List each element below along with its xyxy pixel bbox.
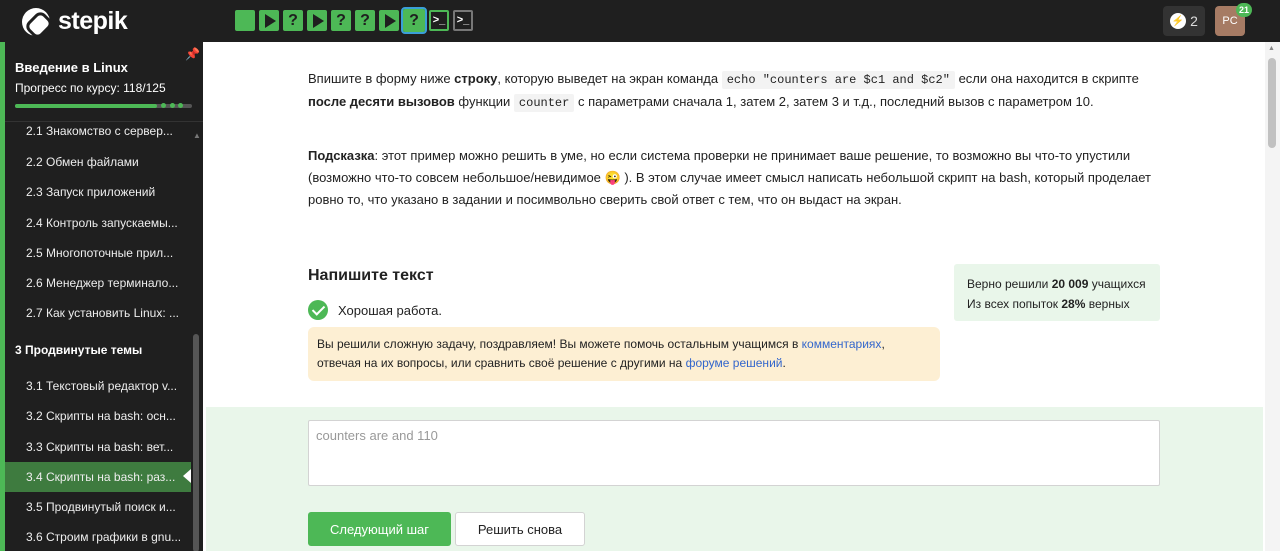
step-quiz-current[interactable]: ? xyxy=(401,7,427,34)
course-progress-fill xyxy=(15,104,157,108)
progress-dot xyxy=(170,103,175,108)
stats-value: 28% xyxy=(1061,297,1086,311)
task-text-bold: строку xyxy=(454,71,498,86)
task-text: , которую выведет на экран команда xyxy=(497,71,722,86)
task-text: Впишите в форму ниже xyxy=(308,71,455,86)
top-bar: stepik ? ? ? ? >_ >_ ⚡ 2 PC 21 xyxy=(0,0,1280,42)
step-video[interactable] xyxy=(307,10,327,31)
stats-text: учащихся xyxy=(1088,277,1146,291)
solve-again-button[interactable]: Решить снова xyxy=(455,512,585,546)
sidebar-lesson[interactable]: 2.3 Запуск приложений xyxy=(26,185,186,199)
hint-text: : этот пример можно решить в уме, но есл… xyxy=(308,148,1151,207)
stepik-logo[interactable]: stepik xyxy=(22,7,128,36)
sidebar-lesson[interactable]: 2.6 Менеджер терминало... xyxy=(26,276,186,290)
progress-dot xyxy=(161,103,166,108)
task-text-bold: после десяти вызовов xyxy=(308,94,455,109)
step-quiz[interactable]: ? xyxy=(355,10,375,31)
task-text: если она находится в скрипте xyxy=(954,71,1139,86)
progress-dot xyxy=(178,103,183,108)
question-icon: ? xyxy=(336,11,346,29)
course-progress-label: Прогресс по курсу: 118/125 xyxy=(15,81,166,95)
play-icon xyxy=(313,13,324,28)
question-icon: ? xyxy=(288,11,298,29)
question-icon: ? xyxy=(409,11,419,29)
step-content: Впишите в форму ниже строку, которую выв… xyxy=(203,42,1265,551)
task-text: с параметрами сначала 1, затем 2, затем … xyxy=(574,94,1094,109)
notice-text: . xyxy=(782,356,786,370)
sidebar-lesson[interactable]: 3.6 Строим графики в gnu... xyxy=(26,530,186,544)
code-snippet: echo "counters are $c1 and $c2" xyxy=(721,71,955,89)
sidebar-lesson[interactable]: 3.3 Скрипты на bash: вет... xyxy=(26,440,186,454)
active-lesson-arrow-icon xyxy=(183,469,191,483)
step-quiz[interactable]: ? xyxy=(331,10,351,31)
next-step-button[interactable]: Следующий шаг xyxy=(308,512,451,546)
sidebar-lesson[interactable]: 3.2 Скрипты на bash: осн... xyxy=(26,409,186,423)
play-icon xyxy=(385,13,396,28)
solve-stats: Верно решили 20 009 учащихся Из всех поп… xyxy=(954,264,1160,321)
course-progress-bar xyxy=(15,103,192,108)
page-scrollbar-thumb[interactable] xyxy=(1268,58,1276,148)
terminal-icon: >_ xyxy=(456,14,470,26)
sidebar-scrollbar[interactable] xyxy=(193,334,199,551)
solutions-forum-link[interactable]: форуме решений xyxy=(686,356,783,370)
congrats-notice: Вы решили сложную задачу, поздравляем! В… xyxy=(308,327,940,381)
sidebar-lesson[interactable]: 3.5 Продвинутый поиск и... xyxy=(26,500,186,514)
sidebar-lesson[interactable]: 2.5 Многопоточные прил... xyxy=(26,246,186,260)
pin-icon[interactable]: 📌 xyxy=(185,47,200,61)
stats-text: Из всех попыток xyxy=(967,297,1062,311)
answer-textarea[interactable]: counters are and 110 xyxy=(308,420,1160,486)
terminal-icon: >_ xyxy=(432,14,446,26)
step-terminal[interactable]: >_ xyxy=(429,10,449,31)
energy-counter[interactable]: ⚡ 2 xyxy=(1163,6,1205,36)
success-message: Хорошая работа. xyxy=(308,300,442,320)
sidebar-lesson[interactable]: 2.1 Знакомство с сервер... xyxy=(26,124,186,138)
sidebar-lesson[interactable]: 3.1 Текстовый редактор v... xyxy=(26,379,186,393)
question-icon: ? xyxy=(360,11,370,29)
sidebar-accent xyxy=(0,42,5,551)
course-sidebar: Введение в Linux 📌 Прогресс по курсу: 11… xyxy=(0,42,203,551)
step-terminal-pending[interactable]: >_ xyxy=(453,10,473,31)
stats-text: Верно решили xyxy=(967,277,1052,291)
step-navigation: ? ? ? ? >_ >_ xyxy=(235,7,473,34)
code-snippet: counter xyxy=(513,94,575,112)
sidebar-module[interactable]: 3 Продвинутые темы xyxy=(15,343,142,357)
sidebar-lesson[interactable]: 2.7 Как установить Linux: ... xyxy=(26,306,186,320)
task-text: функции xyxy=(454,94,514,109)
comments-link[interactable]: комментариях xyxy=(802,337,882,351)
step-done[interactable] xyxy=(235,10,255,31)
scroll-up-icon[interactable]: ▲ xyxy=(1268,45,1275,52)
stats-solvers: Верно решили 20 009 учащихся xyxy=(967,274,1147,294)
scroll-up-icon[interactable]: ▲ xyxy=(193,131,201,140)
step-video[interactable] xyxy=(259,10,279,31)
notice-text: Вы решили сложную задачу, поздравляем! В… xyxy=(317,337,802,351)
sidebar-lesson[interactable]: 2.4 Контроль запускаемы... xyxy=(26,216,186,230)
check-circle-icon xyxy=(308,300,328,320)
notification-badge: 21 xyxy=(1236,3,1253,17)
hint-label: Подсказка xyxy=(308,148,375,163)
step-quiz[interactable]: ? xyxy=(283,10,303,31)
brand-name: stepik xyxy=(58,7,128,35)
stats-accuracy: Из всех попыток 28% верных xyxy=(967,294,1147,314)
task-description: Впишите в форму ниже строку, которую выв… xyxy=(308,68,1158,114)
step-video[interactable] xyxy=(379,10,399,31)
energy-count: 2 xyxy=(1190,13,1198,29)
stats-value: 20 009 xyxy=(1051,277,1089,291)
course-title[interactable]: Введение в Linux xyxy=(15,60,128,75)
stepik-logo-icon xyxy=(22,7,50,36)
lightning-icon: ⚡ xyxy=(1170,13,1187,29)
sidebar-divider xyxy=(5,121,203,122)
stats-text: верных xyxy=(1085,297,1130,311)
answer-section-title: Напишите текст xyxy=(308,267,434,284)
task-hint: Подсказка: этот пример можно решить в ум… xyxy=(308,145,1158,211)
play-icon xyxy=(265,13,276,28)
success-text: Хорошая работа. xyxy=(338,302,443,318)
sidebar-lesson-active[interactable]: 3.4 Скрипты на bash: раз... xyxy=(26,470,186,484)
sidebar-lesson[interactable]: 2.2 Обмен файлами xyxy=(26,155,186,169)
